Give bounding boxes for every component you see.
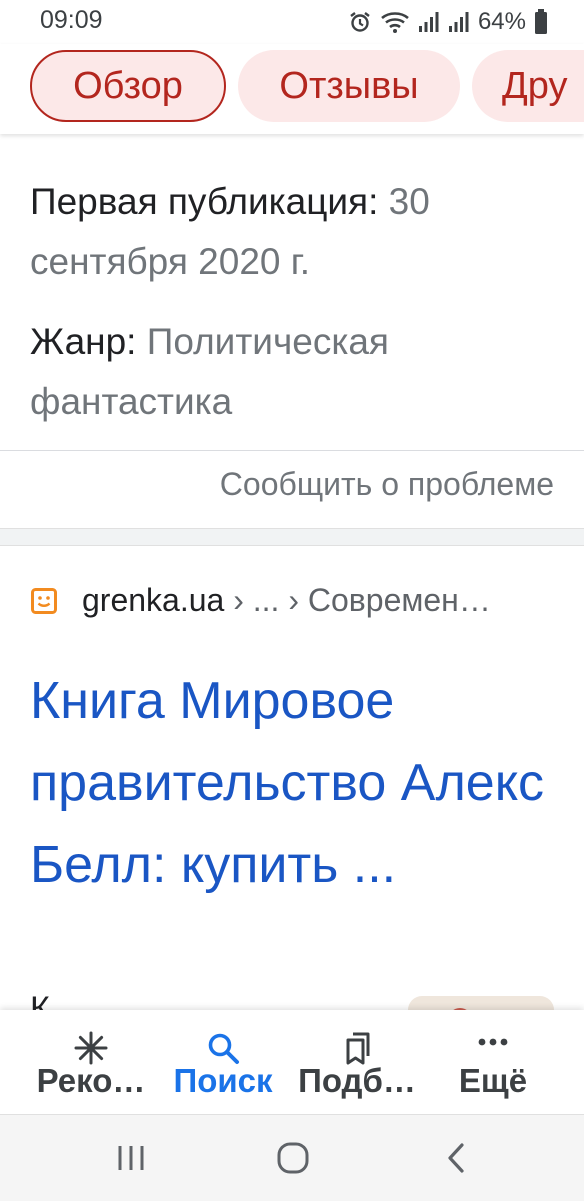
genre-line: Жанр: Политическая — [30, 312, 389, 372]
back-icon[interactable] — [440, 1141, 474, 1180]
chip-reviews[interactable]: Отзывы — [238, 50, 460, 122]
status-time: 09:09 — [40, 6, 103, 34]
nav-label: Ещё — [458, 1062, 528, 1099]
result-title-link[interactable]: Книга Мировое правительство Алекс Белл: … — [30, 660, 560, 906]
system-nav-bar — [0, 1114, 584, 1201]
chip-label: Обзор — [73, 64, 183, 107]
nav-label: Поиск — [173, 1062, 273, 1099]
nav-search[interactable]: Поиск — [150, 1010, 296, 1114]
genre-line-2: фантастика — [30, 372, 232, 432]
chip-label: Дру — [502, 64, 568, 107]
publication-label: Первая публикация: — [30, 181, 379, 222]
divider — [0, 450, 584, 451]
search-icon — [208, 1033, 239, 1064]
home-icon[interactable] — [276, 1141, 310, 1180]
nav-collections[interactable]: Подб… — [284, 1010, 430, 1114]
genre-value: Политическая — [146, 321, 389, 362]
nav-more[interactable]: Ещё — [420, 1010, 566, 1114]
chip-overview[interactable]: Обзор — [30, 50, 226, 122]
status-bar: 09:09 64% — [0, 0, 584, 44]
report-problem-link[interactable]: Сообщить о проблеме — [220, 466, 554, 503]
result-site-line[interactable]: grenka.ua › ... › Современ… — [82, 582, 491, 619]
recents-icon[interactable] — [114, 1141, 148, 1180]
chip-tab-bar: Обзор Отзывы Дру — [0, 44, 584, 134]
nav-label: Реко… — [36, 1062, 146, 1099]
signal-icon — [448, 10, 470, 34]
result-breadcrumb: › ... › Современ… — [224, 582, 491, 618]
alarm-icon — [348, 10, 372, 34]
asterisk-icon — [74, 1031, 108, 1065]
publication-value-cont: сентября 2020 г. — [30, 241, 311, 282]
nav-recommendations[interactable]: Реко… — [18, 1010, 164, 1114]
chip-label: Отзывы — [279, 64, 419, 107]
chip-other[interactable]: Дру — [472, 50, 584, 122]
more-icon — [478, 1038, 508, 1046]
bottom-nav: Реко… Поиск Подб… Ещё — [0, 1010, 584, 1114]
genre-value-cont: фантастика — [30, 381, 233, 422]
signal-icon — [418, 10, 440, 34]
battery-percent: 64% — [477, 8, 526, 35]
section-separator — [0, 528, 584, 546]
wifi-icon — [380, 10, 410, 34]
site-favicon-icon — [31, 588, 57, 614]
nav-label: Подб… — [298, 1062, 416, 1099]
genre-label: Жанр: — [30, 321, 137, 362]
publication-line: Первая публикация: 30 — [30, 172, 430, 232]
publication-line-2: сентября 2020 г. — [30, 232, 310, 292]
result-site: grenka.ua — [82, 582, 225, 618]
battery-icon — [534, 9, 548, 35]
collections-icon — [346, 1032, 370, 1065]
publication-value: 30 — [388, 181, 430, 222]
status-icons: 64% — [348, 6, 548, 38]
